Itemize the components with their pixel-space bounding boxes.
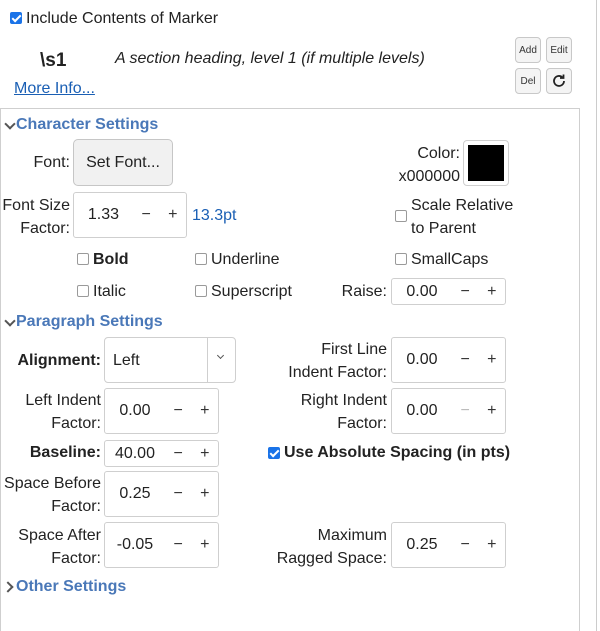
font-label: Font: xyxy=(33,154,70,171)
max-ragged-stepper[interactable]: 0.25 − + xyxy=(391,522,506,568)
color-label: Color: xyxy=(417,145,460,162)
space-after-label-1: Space After xyxy=(18,527,101,544)
space-after-stepper[interactable]: -0.05 − + xyxy=(104,522,219,568)
space-after-increment[interactable]: + xyxy=(191,536,218,554)
italic-label: Italic xyxy=(93,283,126,300)
absolute-spacing-label: Use Absolute Spacing (in pts) xyxy=(284,444,511,461)
chevron-down-icon xyxy=(216,351,225,360)
raise-decrement[interactable]: − xyxy=(452,283,479,301)
left-indent-increment[interactable]: + xyxy=(191,402,218,420)
superscript-label: Superscript xyxy=(211,283,292,300)
baseline-label: Baseline: xyxy=(29,444,101,461)
left-indent-stepper[interactable]: 0.00 − + xyxy=(104,388,219,434)
alignment-label: Alignment: xyxy=(17,352,101,369)
font-size-value[interactable]: 1.33 xyxy=(74,206,133,224)
underline-checkbox[interactable] xyxy=(195,253,207,265)
baseline-value[interactable]: 40.00 xyxy=(105,445,165,463)
scale-relative-label-1: Scale Relative xyxy=(411,197,514,214)
color-swatch-fill xyxy=(468,145,504,181)
left-indent-label-1: Left Indent xyxy=(25,392,101,409)
space-before-stepper[interactable]: 0.25 − + xyxy=(104,471,219,517)
first-line-decrement[interactable]: − xyxy=(452,351,479,369)
scale-relative-checkbox[interactable] xyxy=(395,210,407,222)
more-info-link[interactable]: More Info... xyxy=(14,80,95,98)
first-line-label-2: Indent Factor: xyxy=(288,364,387,381)
max-ragged-decrement[interactable]: − xyxy=(452,536,479,554)
add-button[interactable]: Add xyxy=(515,37,541,63)
bold-checkbox[interactable] xyxy=(77,253,89,265)
smallcaps-checkbox[interactable] xyxy=(395,253,407,265)
space-before-label-2: Factor: xyxy=(51,498,101,515)
space-before-decrement[interactable]: − xyxy=(165,485,192,503)
max-ragged-label-2: Ragged Space: xyxy=(276,550,387,567)
set-font-button[interactable]: Set Font... xyxy=(73,139,173,186)
baseline-stepper[interactable]: 40.00 − + xyxy=(104,440,219,467)
select-divider xyxy=(207,338,208,382)
right-indent-decrement: − xyxy=(460,402,470,419)
baseline-increment[interactable]: + xyxy=(191,445,218,463)
bold-label: Bold xyxy=(93,251,129,268)
space-after-decrement[interactable]: − xyxy=(165,536,192,554)
space-before-increment[interactable]: + xyxy=(191,485,218,503)
space-after-label-2: Factor: xyxy=(51,550,101,567)
italic-checkbox[interactable] xyxy=(77,285,89,297)
right-indent-label-1: Right Indent xyxy=(300,392,387,409)
first-line-increment[interactable]: + xyxy=(478,351,505,369)
right-indent-value[interactable]: 0.00 xyxy=(392,402,452,420)
paragraph-settings-header[interactable]: Paragraph Settings xyxy=(16,313,163,331)
left-indent-value[interactable]: 0.00 xyxy=(105,402,165,420)
delete-button[interactable]: Del xyxy=(515,68,541,94)
underline-label: Underline xyxy=(211,251,280,268)
raise-increment[interactable]: + xyxy=(478,283,505,301)
baseline-decrement[interactable]: − xyxy=(165,445,192,463)
font-size-label-2: Factor: xyxy=(20,220,70,237)
scale-relative-label-2: to Parent xyxy=(411,220,476,237)
font-size-label-1: Font Size xyxy=(2,197,70,214)
edit-button[interactable]: Edit xyxy=(546,37,572,63)
space-before-label-1: Space Before xyxy=(4,475,101,492)
color-value: x000000 xyxy=(398,168,460,185)
space-after-value[interactable]: -0.05 xyxy=(105,536,165,554)
color-swatch[interactable] xyxy=(463,140,509,186)
raise-value[interactable]: 0.00 xyxy=(392,283,452,301)
refresh-icon xyxy=(553,74,565,87)
space-before-value[interactable]: 0.25 xyxy=(105,485,165,503)
raise-label: Raise: xyxy=(341,283,387,300)
font-size-pt: 13.3pt xyxy=(192,207,237,224)
include-contents-checkbox[interactable] xyxy=(10,12,22,24)
first-line-label-1: First Line xyxy=(321,341,387,358)
raise-stepper[interactable]: 0.00 − + xyxy=(391,278,506,305)
left-indent-decrement[interactable]: − xyxy=(165,402,192,420)
alignment-value: Left xyxy=(113,352,140,369)
first-line-value[interactable]: 0.00 xyxy=(392,351,452,369)
right-indent-label-2: Factor: xyxy=(337,415,387,432)
other-settings-header[interactable]: Other Settings xyxy=(16,578,126,596)
superscript-checkbox[interactable] xyxy=(195,285,207,297)
absolute-spacing-checkbox[interactable] xyxy=(268,447,280,459)
include-contents-label: Include Contents of Marker xyxy=(26,10,219,27)
max-ragged-label-1: Maximum xyxy=(317,527,387,544)
font-size-stepper[interactable]: 1.33 − + xyxy=(73,192,187,238)
font-size-decrement[interactable]: − xyxy=(133,206,160,224)
smallcaps-label: SmallCaps xyxy=(411,251,489,268)
font-size-increment[interactable]: + xyxy=(159,206,186,224)
right-indent-increment[interactable]: + xyxy=(478,402,505,420)
alignment-select[interactable]: Left xyxy=(104,337,236,383)
left-indent-label-2: Factor: xyxy=(51,415,101,432)
refresh-button[interactable] xyxy=(546,68,572,94)
marker-description: A section heading, level 1 (if multiple … xyxy=(115,50,425,67)
max-ragged-value[interactable]: 0.25 xyxy=(392,536,452,554)
character-settings-header[interactable]: Character Settings xyxy=(16,116,158,134)
first-line-stepper[interactable]: 0.00 − + xyxy=(391,337,506,383)
marker-name: \s1 xyxy=(40,50,67,71)
max-ragged-increment[interactable]: + xyxy=(478,536,505,554)
right-indent-stepper[interactable]: 0.00 − + xyxy=(391,388,506,434)
